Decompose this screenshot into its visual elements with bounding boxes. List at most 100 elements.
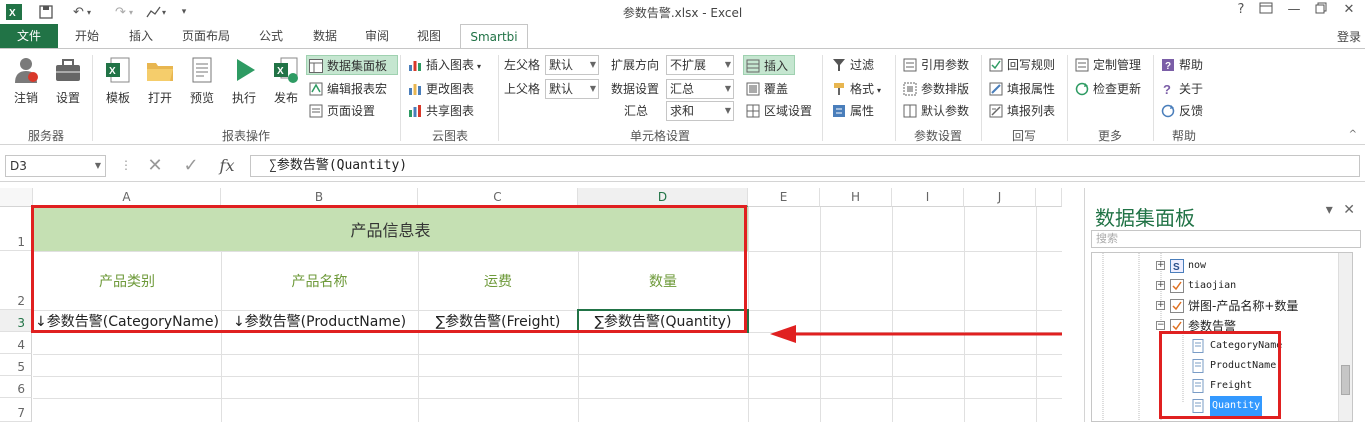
expand-icon[interactable]: + — [1156, 261, 1165, 270]
expand-direction-select[interactable]: 不扩展 ▼ — [666, 55, 734, 75]
chevron-down-icon: ▼ — [724, 60, 731, 69]
left-parent-select[interactable]: 默认 ▼ — [545, 55, 599, 75]
dataset-panel-button[interactable]: 数据集面板 — [306, 55, 398, 75]
logout-button[interactable]: 注销 — [4, 55, 48, 113]
share-chart-icon — [409, 105, 421, 117]
script-icon: S — [1170, 259, 1184, 273]
insert-chart-button[interactable]: 插入图表 ▾ — [406, 55, 481, 75]
run-button[interactable]: 执行 — [222, 55, 266, 113]
writeback-rule-button[interactable]: 回写规则 — [987, 55, 1055, 75]
panel-menu-icon[interactable]: ▾ — [1326, 202, 1333, 218]
data-setting-select[interactable]: 汇总 ▼ — [666, 79, 734, 99]
svg-text:?: ? — [1165, 61, 1171, 72]
overlay-button[interactable]: 覆盖 — [744, 79, 788, 99]
restore-icon[interactable] — [1310, 2, 1332, 22]
panel-close-icon[interactable]: ✕ — [1343, 202, 1355, 218]
insert-button[interactable]: 插入 — [743, 55, 795, 75]
expand-icon[interactable]: + — [1156, 281, 1165, 290]
page-setup-button[interactable]: 页面设置 — [307, 101, 375, 121]
tab-review[interactable]: 审阅 — [354, 24, 400, 48]
drag-handle-icon[interactable]: ⋮ — [120, 158, 132, 172]
check-update-button[interactable]: 检查更新 — [1073, 79, 1141, 99]
worksheet[interactable]: A B C D E H I J 1 2 3 4 5 6 7 产品信息表 产品类别… — [0, 188, 1062, 422]
tab-formulas[interactable]: 公式 — [248, 24, 294, 48]
fill-attribute-icon — [989, 82, 1003, 96]
expand-direction-label: 扩展方向 — [611, 58, 660, 72]
settings-button[interactable]: 设置 — [46, 55, 90, 113]
open-button[interactable]: 打开 — [138, 55, 182, 113]
tab-data[interactable]: 数据 — [302, 24, 348, 48]
minimize-icon[interactable]: — — [1283, 2, 1305, 22]
publish-button[interactable]: X 发布 — [264, 55, 308, 113]
edit-report-macro-button[interactable]: 编辑报表宏 — [307, 79, 387, 99]
formula-input[interactable]: ∑参数告警(Quantity) — [250, 155, 1360, 177]
fill-list-button[interactable]: 填报列表 — [987, 101, 1055, 121]
panel-controls: ▾ ✕ — [1326, 202, 1355, 218]
share-chart-button[interactable]: 共享图表 — [406, 101, 474, 121]
area-setting-button[interactable]: 区域设置 — [744, 101, 812, 121]
svg-text:S: S — [1173, 262, 1180, 273]
svg-text:X: X — [277, 66, 284, 77]
arrow-head — [770, 325, 796, 343]
preview-button[interactable]: 预览 — [180, 55, 224, 113]
change-chart-icon — [409, 84, 421, 95]
dataset-panel-icon — [309, 59, 323, 73]
tab-insert[interactable]: 插入 — [118, 24, 164, 48]
area-setting-icon — [746, 104, 760, 118]
chevron-down-icon: ▼ — [724, 84, 731, 93]
param-layout-button[interactable]: 参数排版 — [901, 79, 969, 99]
tab-view[interactable]: 视图 — [406, 24, 452, 48]
group-label-report: 报表操作 — [221, 129, 270, 143]
login-link[interactable]: 登录 — [1337, 28, 1361, 45]
dataset-tree[interactable]: + S now + tiaojian + 饼图-产品名称+数量 − 参数告警 C… — [1091, 252, 1353, 422]
change-chart-button[interactable]: 更改图表 — [406, 79, 474, 99]
tab-smartbi[interactable]: Smartbi — [460, 24, 528, 49]
tab-page-layout[interactable]: 页面布局 — [172, 24, 240, 48]
property-button[interactable]: 属性 — [830, 101, 874, 121]
bar-chart-icon — [409, 61, 421, 71]
help-ribbon-button[interactable]: ? 帮助 — [1159, 55, 1203, 75]
template-button[interactable]: X 模板 — [96, 55, 140, 113]
excel-template-icon: X — [106, 57, 130, 83]
name-box[interactable]: D3 ▼ — [5, 155, 106, 177]
feedback-icon — [1161, 104, 1175, 118]
formula-bar: D3 ▼ ⋮ ✕ ✓ fx ∑参数告警(Quantity) — [0, 150, 1365, 182]
chevron-down-icon: ▼ — [724, 106, 731, 115]
question-icon: ? — [1163, 82, 1171, 96]
custom-management-icon — [1075, 58, 1089, 72]
cancel-formula-icon[interactable]: ✕ — [142, 155, 168, 177]
svg-text:X: X — [109, 66, 116, 77]
close-icon[interactable]: ✕ — [1338, 2, 1360, 22]
expand-icon[interactable]: + — [1156, 301, 1165, 310]
tree-scrollbar[interactable] — [1338, 253, 1352, 421]
writeback-rule-icon — [989, 58, 1003, 72]
user-icon — [15, 58, 38, 83]
fill-attribute-button[interactable]: 填报属性 — [987, 79, 1055, 99]
svg-text:?: ? — [1163, 82, 1171, 96]
separator — [1067, 55, 1068, 141]
custom-management-button[interactable]: 定制管理 — [1073, 55, 1141, 75]
format-brush-icon — [834, 83, 844, 95]
ref-param-icon — [903, 58, 917, 72]
help-button[interactable]: ? — [1230, 2, 1252, 22]
dataset-panel: 数据集面板 ▾ ✕ 搜索 + S now + tiaojian + 饼图-产品名… — [1084, 188, 1365, 422]
filter-button[interactable]: 过滤 — [830, 55, 874, 75]
default-param-button[interactable]: 默认参数 — [901, 101, 969, 121]
collapse-icon[interactable]: − — [1156, 321, 1165, 330]
panel-search-input[interactable]: 搜索 — [1091, 230, 1361, 248]
ribbon-display-icon[interactable] — [1255, 2, 1277, 22]
format-button[interactable]: 格式 ▾ — [830, 79, 881, 99]
collapse-ribbon-icon[interactable]: ^ — [1349, 129, 1357, 140]
ref-param-button[interactable]: 引用参数 — [901, 55, 969, 75]
summary-select[interactable]: 求和 ▼ — [666, 101, 734, 121]
separator — [92, 55, 93, 141]
confirm-formula-icon[interactable]: ✓ — [178, 155, 204, 177]
scrollbar-thumb[interactable] — [1341, 365, 1350, 395]
tab-home[interactable]: 开始 — [64, 24, 110, 48]
insert-function-icon[interactable]: fx — [214, 155, 240, 177]
tab-file[interactable]: 文件 — [0, 24, 58, 48]
about-button[interactable]: ? 关于 — [1159, 79, 1203, 99]
up-parent-select[interactable]: 默认 ▼ — [545, 79, 599, 99]
summary-label: 汇总 — [624, 104, 649, 118]
feedback-button[interactable]: 反馈 — [1159, 101, 1203, 121]
